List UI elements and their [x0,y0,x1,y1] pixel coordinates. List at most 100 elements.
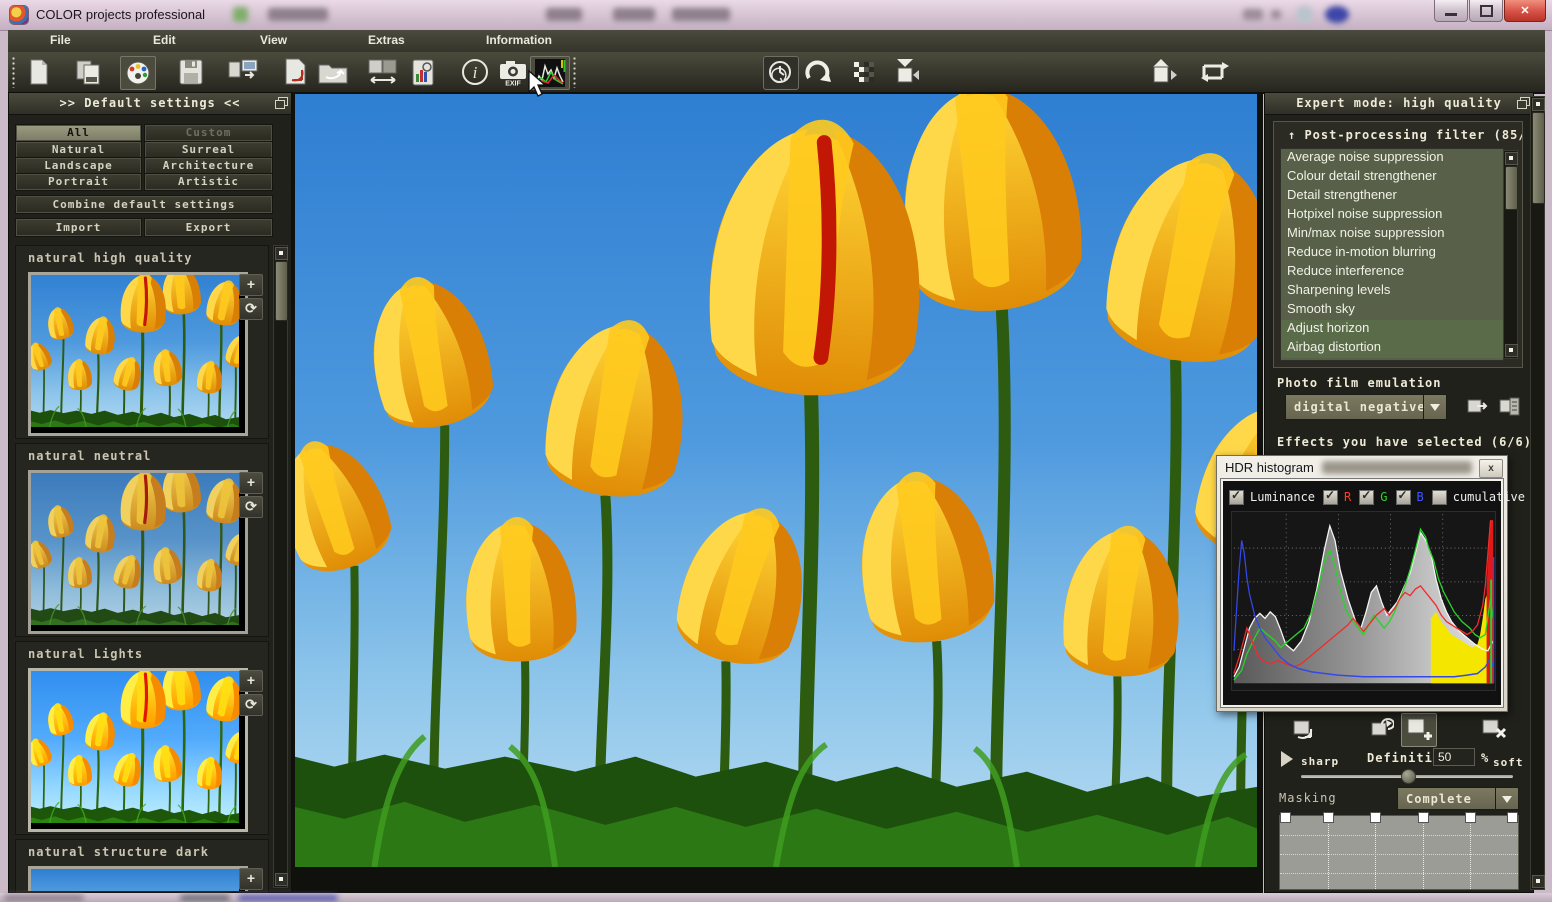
hdr-close-icon[interactable]: x [1479,459,1503,478]
category-natural-button[interactable]: Natural [16,142,141,158]
mask-handle[interactable] [1370,812,1381,823]
exif-icon[interactable]: EXIF [496,56,530,88]
filter-item[interactable]: Reduce in-motion blurring [1281,244,1503,263]
add-preset-icon[interactable]: + [239,670,263,692]
default-settings-header[interactable]: >> Default settings << [9,93,291,115]
mask-handle[interactable] [1465,812,1476,823]
definition-slider-thumb[interactable] [1401,769,1416,784]
zoom-out-icon[interactable] [892,56,922,88]
filter-item[interactable]: Average noise suppression [1281,149,1503,168]
menu-edit[interactable]: Edit [153,33,176,47]
add-preset-icon[interactable]: + [239,868,263,890]
undock-panel-icon[interactable] [1517,97,1529,109]
category-artistic-button[interactable]: Artistic [145,174,272,190]
effect-remove-icon[interactable] [1479,715,1509,743]
preset-list-scrollbar[interactable] [273,245,288,888]
category-custom-button[interactable]: Custom [145,125,272,141]
maximize-button[interactable] [1469,0,1503,22]
combine-default-settings-button[interactable]: Combine default settings [16,196,272,213]
main-canvas[interactable] [292,92,1263,893]
filter-item[interactable]: Colour detail strengthener [1281,168,1503,187]
redo-icon[interactable] [801,56,835,88]
effect-add-icon[interactable] [1401,713,1437,747]
hdr-histogram-window[interactable]: HDR histogram x Luminance R G B cumulati… [1216,455,1508,712]
menu-file[interactable]: File [50,33,71,47]
category-landscape-button[interactable]: Landscape [16,158,141,174]
category-surreal-button[interactable]: Surreal [145,142,272,158]
dither-pattern-icon[interactable] [848,56,882,88]
image-info-icon[interactable] [406,56,440,88]
preset-thumbnail[interactable] [28,668,248,832]
cumulative-checkbox[interactable] [1432,490,1447,505]
filter-item[interactable]: Detail strengthener [1281,187,1503,206]
filter-item[interactable]: Reduce interference [1281,263,1503,282]
mask-handle[interactable] [1323,812,1334,823]
preset-thumbnail[interactable] [28,866,248,891]
filter-list-scrollbar[interactable] [1503,150,1518,359]
filter-item[interactable]: Smooth sky [1281,301,1503,320]
preset-thumbnail[interactable] [28,272,248,436]
add-preset-icon[interactable]: + [239,274,263,296]
film-settings-icon[interactable] [1495,393,1525,421]
preset-thumbnail[interactable] [28,470,248,634]
preset-item[interactable]: natural structure dark + [15,839,269,893]
minimize-button[interactable] [1434,0,1468,22]
undock-panel-icon[interactable] [275,97,287,109]
new-project-icon[interactable] [22,56,56,88]
film-emulation-dropdown[interactable]: digital negative [1285,394,1447,420]
toolbar-grip[interactable] [11,56,16,88]
restore-icon[interactable] [316,56,350,88]
masking-dropdown[interactable]: Complete [1397,787,1519,810]
up-arrow-icon[interactable]: ↑ [1288,128,1304,142]
blue-checkbox[interactable] [1396,490,1411,505]
mask-handle[interactable] [1280,812,1291,823]
info-icon[interactable]: i [458,56,492,88]
preset-item[interactable]: natural neutral + ⟳ [15,443,269,637]
chevron-down-icon[interactable] [1423,395,1446,419]
refresh-preset-icon[interactable]: ⟳ [239,694,263,716]
film-apply-icon[interactable] [1463,393,1493,421]
color-palette-icon[interactable] [120,56,156,90]
menu-extras[interactable]: Extras [368,33,405,47]
save-icon[interactable] [174,56,208,88]
filter-item[interactable]: Hotpixel noise suppression [1281,206,1503,225]
filter-item[interactable]: Airbag distortion [1281,339,1503,358]
mask-handle[interactable] [1418,812,1429,823]
category-portrait-button[interactable]: Portrait [16,174,141,190]
import-button[interactable]: Import [16,219,141,236]
add-preset-icon[interactable]: + [239,472,263,494]
expand-triangle-icon[interactable] [1281,751,1301,767]
batch-processing-icon[interactable] [226,56,260,88]
masking-curve-area[interactable] [1279,815,1519,890]
category-architecture-button[interactable]: Architecture [145,158,272,174]
chevron-down-icon[interactable] [1495,788,1518,809]
copy-project-icon[interactable] [72,56,106,88]
rotate-canvas-icon[interactable] [1196,56,1234,88]
export-image-icon[interactable] [280,56,314,88]
close-button[interactable]: ✕ [1504,0,1546,22]
preset-item[interactable]: natural Lights + ⟳ [15,641,269,835]
menu-information[interactable]: Information [486,33,552,47]
refresh-preset-icon[interactable]: ⟳ [239,496,263,518]
filter-item[interactable]: Sharpening levels [1281,282,1503,301]
effect-reset-icon[interactable] [1289,715,1319,743]
red-checkbox[interactable] [1323,490,1338,505]
compare-view-icon[interactable] [366,56,400,88]
green-checkbox[interactable] [1359,490,1374,505]
refresh-preset-icon[interactable]: ⟳ [239,298,263,320]
right-panel-scrollbar[interactable] [1530,96,1545,890]
hdr-window-titlebar[interactable]: HDR histogram x [1217,456,1507,479]
category-all-button[interactable]: All [16,125,141,141]
filter-item[interactable]: Min/max noise suppression [1281,225,1503,244]
undo-timeline-icon[interactable] [763,56,799,90]
definition-value-input[interactable]: 50 [1433,748,1475,766]
luminance-checkbox[interactable] [1229,490,1244,505]
zoom-in-icon[interactable] [1148,56,1178,88]
menu-view[interactable]: View [260,33,287,47]
export-button[interactable]: Export [145,219,272,236]
effect-refresh-icon[interactable] [1367,715,1397,743]
expert-mode-header[interactable]: Expert mode: high quality [1265,93,1533,115]
mask-handle[interactable] [1507,812,1518,823]
preset-item[interactable]: natural high quality + ⟳ [15,245,269,439]
filter-item[interactable]: Adjust horizon [1281,320,1503,339]
